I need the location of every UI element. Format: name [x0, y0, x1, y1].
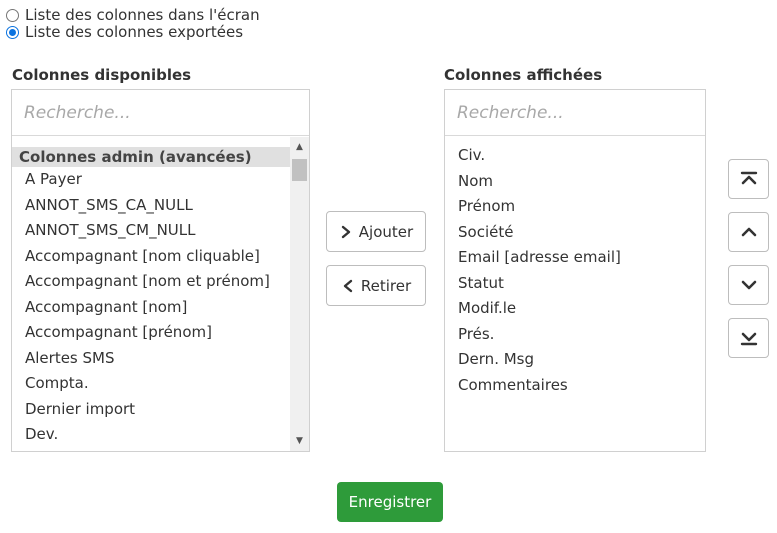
displayed-search-input[interactable] [445, 90, 705, 135]
displayed-column-item[interactable]: Société [445, 220, 705, 246]
available-columns-title: Colonnes disponibles [12, 66, 192, 84]
available-column-item[interactable]: Accompagnant [nom et prénom] [12, 269, 290, 295]
available-scrollbar[interactable]: ▲ ▼ [290, 137, 309, 451]
available-column-item[interactable]: Alertes SMS [12, 346, 290, 372]
displayed-column-item[interactable]: Email [adresse email] [445, 245, 705, 271]
available-search [12, 90, 309, 136]
available-column-item[interactable]: Dev. [12, 422, 290, 448]
displayed-columns-list: Civ. Nom Prénom Société Email [adresse email… [445, 137, 705, 451]
move-to-bottom-button[interactable] [728, 318, 769, 358]
remove-button-label: Retirer [360, 276, 412, 295]
displayed-column-item[interactable]: Dern. Msg [445, 347, 705, 373]
move-to-bottom-icon [740, 332, 757, 346]
displayed-column-item[interactable]: Modif.le [445, 296, 705, 322]
group-header-admin: Colonnes admin (avancées) [12, 147, 290, 167]
add-button[interactable]: Ajouter [326, 211, 426, 252]
available-columns-list: Colonnes admin (avancées) A Payer ANNOT_S… [12, 137, 290, 451]
radio-option-screen-columns[interactable]: Liste des colonnes dans l'écran [6, 6, 260, 24]
radio-exported-columns[interactable] [6, 25, 19, 39]
scroll-up-arrow-icon[interactable]: ▲ [290, 139, 309, 155]
chevron-right-icon [341, 225, 350, 238]
remove-button[interactable]: Retirer [326, 265, 426, 306]
chevron-left-icon [343, 279, 353, 292]
available-columns-listbox[interactable]: Colonnes admin (avancées) A PayerANNOT_S… [11, 89, 310, 452]
displayed-column-item[interactable]: Prénom [445, 194, 705, 220]
move-to-top-button[interactable] [728, 159, 769, 199]
save-button[interactable]: Enregistrer [337, 482, 443, 522]
available-column-item[interactable]: Dernier import [12, 397, 290, 423]
displayed-column-item[interactable]: Prés. [445, 322, 705, 348]
displayed-columns-title: Colonnes affichées [444, 66, 603, 84]
radio-exported-columns-label: Liste des colonnes exportées [25, 23, 244, 41]
radio-screen-columns-label: Liste des colonnes dans l'écran [25, 6, 260, 24]
move-up-button[interactable] [728, 212, 769, 252]
scroll-down-arrow-icon[interactable]: ▼ [290, 433, 309, 449]
chevron-down-icon [741, 280, 756, 290]
available-column-item[interactable]: ANNOT_SMS_CA_NULL [12, 193, 290, 219]
radio-option-exported-columns[interactable]: Liste des colonnes exportées [6, 23, 243, 41]
displayed-column-item[interactable]: Nom [445, 169, 705, 195]
available-column-item[interactable]: ANNOT_SMS_CM_NULL [12, 218, 290, 244]
chevron-up-icon [741, 227, 756, 237]
displayed-search [445, 90, 705, 136]
displayed-columns-listbox[interactable]: Civ.NomPrénomSociétéEmail [adresse email… [444, 89, 706, 452]
available-column-item[interactable]: A Payer [12, 167, 290, 193]
scroll-thumb[interactable] [292, 159, 307, 181]
move-to-top-icon [740, 171, 757, 185]
displayed-column-item[interactable]: Commentaires [445, 373, 705, 399]
available-column-item[interactable]: Compta. [12, 371, 290, 397]
radio-screen-columns[interactable] [6, 8, 19, 22]
available-column-item[interactable]: Accompagnant [nom cliquable] [12, 244, 290, 270]
available-column-item[interactable]: Accompagnant [nom] [12, 295, 290, 321]
available-search-input[interactable] [12, 90, 309, 135]
add-button-label: Ajouter [358, 222, 414, 241]
displayed-column-item[interactable]: Civ. [445, 143, 705, 169]
available-column-item[interactable]: Accompagnant [prénom] [12, 320, 290, 346]
move-down-button[interactable] [728, 265, 769, 305]
displayed-column-item[interactable]: Statut [445, 271, 705, 297]
